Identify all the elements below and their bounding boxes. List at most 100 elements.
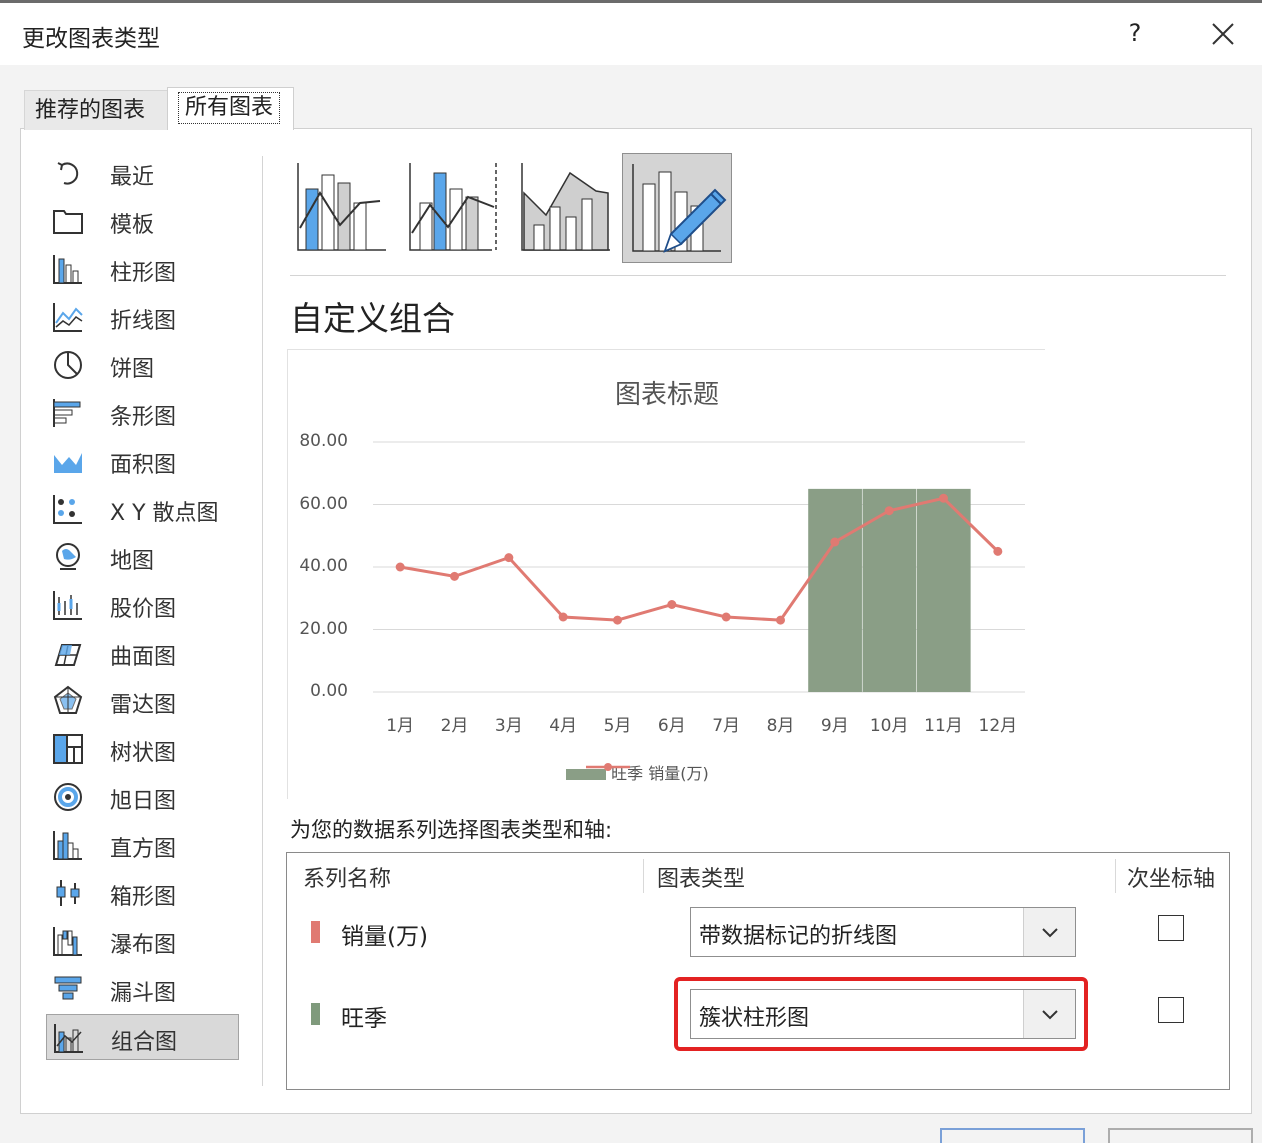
- x-tick-label: 4月: [549, 716, 578, 736]
- help-button[interactable]: ?: [1115, 13, 1155, 53]
- sidebar-item-treemap[interactable]: 树状图: [46, 726, 239, 772]
- dropdown-button[interactable]: [1023, 908, 1075, 956]
- header-series-name: 系列名称: [303, 867, 392, 892]
- combo-variant-column-line-secondary-axis[interactable]: [402, 153, 512, 263]
- series-table: 系列名称 图表类型 次坐标轴 销量(万) 带数据标记的折线图 旺季 簇状柱形图: [286, 852, 1230, 1090]
- line-chart-icon: [53, 303, 83, 332]
- radar-chart-icon: [53, 685, 83, 714]
- sidebar-item-label: 折线图: [110, 309, 177, 334]
- chart-type-dropdown-sales[interactable]: 带数据标记的折线图: [690, 907, 1076, 957]
- template-folder-icon: [53, 210, 83, 234]
- line-marker-sales: [884, 506, 894, 516]
- sidebar-item-label: 直方图: [110, 837, 177, 862]
- treemap-chart-icon: [53, 734, 83, 764]
- sidebar-item-label: 雷达图: [110, 693, 177, 718]
- x-tick-label: 9月: [820, 716, 849, 736]
- recent-icon: [57, 162, 79, 185]
- series-color-swatch: [311, 921, 320, 943]
- bar-peak-season: [808, 488, 862, 692]
- y-tick-label: 80.00: [299, 431, 348, 451]
- column-line-combo-icon: [297, 163, 386, 251]
- line-marker-sales: [939, 493, 948, 503]
- line-marker-sales: [721, 612, 731, 622]
- bar-peak-season: [916, 488, 971, 692]
- x-tick-label: 10月: [869, 716, 909, 736]
- sidebar-item-label: 组合图: [111, 1030, 178, 1055]
- sidebar-item-scatter[interactable]: X Y 散点图: [46, 486, 239, 532]
- combo-chart-icon: [54, 1024, 83, 1053]
- chevron-down-icon: [1042, 928, 1058, 938]
- ok-button[interactable]: [940, 1128, 1085, 1143]
- sidebar-item-area[interactable]: 面积图: [46, 438, 239, 484]
- x-tick-label: 11月: [924, 716, 963, 736]
- y-tick-label: 20.00: [299, 618, 348, 639]
- sidebar-item-combo[interactable]: 组合图: [46, 1014, 239, 1060]
- x-tick-label: 8月: [766, 716, 795, 736]
- y-tick-label: 0.00: [310, 681, 348, 701]
- bar-chart-icon: [53, 399, 81, 427]
- close-button[interactable]: [1202, 13, 1244, 55]
- sidebar-item-column[interactable]: 柱形图: [46, 246, 239, 292]
- sidebar-divider: [262, 156, 263, 1086]
- secondary-axis-checkbox-peak-season[interactable]: [1158, 997, 1184, 1023]
- header-separator: [1115, 859, 1116, 893]
- combo-variant-column-line[interactable]: [290, 153, 400, 263]
- series-name-peak-season: 旺季: [341, 1006, 387, 1032]
- waterfall-chart-icon: [53, 927, 82, 956]
- tab-all-charts[interactable]: 所有图表: [167, 87, 294, 130]
- sidebar-item-box-whisker[interactable]: 箱形图: [46, 870, 239, 916]
- tab-recommended-charts[interactable]: 推荐的图表: [24, 90, 168, 130]
- line-marker-sales: [776, 615, 785, 625]
- sidebar-item-label: 条形图: [110, 405, 177, 430]
- sidebar-item-label: 股价图: [110, 597, 177, 622]
- custom-combo-pencil-icon: [632, 164, 727, 253]
- sidebar-item-label: 饼图: [110, 357, 155, 382]
- sidebar-item-funnel[interactable]: 漏斗图: [46, 966, 239, 1012]
- sidebar-item-pie[interactable]: 饼图: [46, 342, 239, 388]
- line-marker-sales: [993, 546, 1003, 556]
- sidebar-item-label: X Y 散点图: [110, 501, 219, 526]
- funnel-chart-icon: [54, 976, 82, 1000]
- highlight-annotation-box: [674, 977, 1088, 1051]
- sidebar-item-radar[interactable]: 雷达图: [46, 678, 239, 724]
- sidebar-item-line[interactable]: 折线图: [46, 294, 239, 340]
- line-marker-sales: [504, 553, 514, 563]
- secondary-axis-checkbox-sales[interactable]: [1158, 915, 1184, 941]
- sidebar-item-label: 曲面图: [110, 645, 177, 670]
- sidebar-item-template[interactable]: 模板: [46, 198, 239, 244]
- sidebar-item-recent[interactable]: 最近: [46, 150, 239, 196]
- chart-title: 图表标题: [614, 380, 719, 410]
- area-chart-icon: [54, 453, 82, 473]
- series-color-swatch: [311, 1003, 320, 1025]
- sidebar-item-sunburst[interactable]: 旭日图: [46, 774, 239, 820]
- area-column-combo-icon: [521, 163, 610, 251]
- sidebar-item-map[interactable]: 地图: [46, 534, 239, 580]
- title-bar: 更改图表类型 ?: [0, 3, 1262, 65]
- cancel-button[interactable]: [1108, 1128, 1253, 1143]
- sidebar-item-histogram[interactable]: 直方图: [46, 822, 239, 868]
- x-tick-label: 2月: [440, 716, 469, 736]
- sidebar-item-stock[interactable]: 股价图: [46, 582, 239, 628]
- sidebar-item-surface[interactable]: 曲面图: [46, 630, 239, 676]
- chart-preview: 图表标题 80.00 60.00 40.00 20.00 0.00 1月 2月 3月 4月 5月…: [287, 349, 1045, 799]
- map-chart-icon: [56, 543, 80, 570]
- histogram-chart-icon: [53, 831, 82, 860]
- line-marker-sales: [450, 571, 459, 581]
- series-instruction: 为您的数据系列选择图表类型和轴:: [290, 818, 613, 842]
- x-tick-label: 6月: [657, 716, 686, 736]
- y-tick-label: 40.00: [299, 556, 348, 576]
- sidebar-item-label: 漏斗图: [110, 981, 177, 1006]
- sunburst-chart-icon: [54, 783, 82, 811]
- column-line-secondary-axis-icon: [409, 163, 497, 251]
- legend-swatch-line: [586, 763, 630, 771]
- sidebar-item-waterfall[interactable]: 瀑布图: [46, 918, 239, 964]
- variant-divider: [290, 275, 1226, 276]
- sidebar-item-label: 旭日图: [110, 789, 177, 814]
- sidebar-item-label: 模板: [110, 213, 155, 238]
- sidebar-item-label: 树状图: [110, 741, 177, 766]
- combo-variant-custom[interactable]: [622, 153, 732, 263]
- combo-variant-area-column[interactable]: [514, 153, 624, 263]
- sidebar-item-bar[interactable]: 条形图: [46, 390, 239, 436]
- dropdown-value: 带数据标记的折线图: [699, 924, 898, 949]
- pie-chart-icon: [54, 351, 82, 379]
